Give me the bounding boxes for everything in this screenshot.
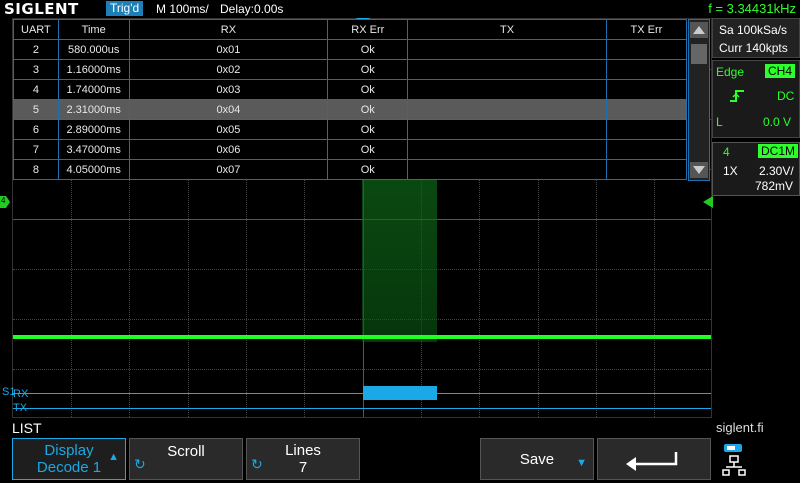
table-row[interactable]: 7 3.47000ms 0x06 Ok	[13, 139, 688, 160]
probe-attenuation: 1X	[723, 164, 738, 178]
table-header-row: UART Time RX RX Err TX TX Err	[13, 19, 688, 40]
scroll-softkey[interactable]: Scroll ↻	[129, 438, 243, 480]
watermark-text: siglent.fi	[716, 420, 764, 435]
trigger-level: 0.0 V	[763, 115, 792, 129]
table-scrollbar[interactable]	[688, 19, 710, 181]
channel4-box[interactable]: 4 DC1M 1X 2.30V/ 782mV	[712, 142, 800, 196]
table-row[interactable]: 6 2.89000ms 0x05 Ok	[13, 119, 688, 140]
menu-title: LIST	[12, 420, 42, 436]
brand-logo: SIGLENT	[4, 0, 79, 18]
triangle-down-icon	[693, 166, 705, 174]
bus-rx-decoded-segment[interactable]	[363, 386, 437, 400]
knob-rotate-icon: ↻	[251, 456, 263, 472]
column-header: UART	[13, 19, 59, 40]
arrow-down-icon: ▼	[576, 457, 587, 469]
scroll-label: Scroll	[167, 443, 205, 460]
scroll-up-button[interactable]	[690, 22, 708, 38]
table-row[interactable]: 3 1.16000ms 0x02 Ok	[13, 59, 688, 80]
decode-list-table: UART Time RX RX Err TX TX Err 2 580.000u…	[13, 19, 688, 180]
scrollbar-thumb[interactable]	[691, 44, 707, 64]
trigger-status-badge: Trig'd	[106, 1, 144, 16]
sample-rate: Sa 100kSa/s	[719, 23, 788, 37]
timebase-readout[interactable]: M 100ms/	[156, 0, 209, 18]
trigger-level-label: L	[716, 115, 723, 129]
frequency-readout: f = 3.34431kHz	[708, 1, 796, 16]
lines-softkey[interactable]: Lines 7 ↻	[246, 438, 360, 480]
volts-per-div: 2.30V/	[759, 164, 794, 178]
scroll-down-button[interactable]	[690, 162, 708, 178]
trigger-box[interactable]: Edge CH4 DC L 0.0 V	[712, 60, 800, 138]
bus-rx-label: RX	[13, 388, 29, 400]
trigger-coupling: DC	[777, 89, 795, 103]
display-softkey[interactable]: Display Decode 1 ▲	[12, 438, 126, 480]
bus-rx-lane	[13, 393, 711, 394]
channel4-offset-marker[interactable]: 4	[0, 196, 10, 208]
table-row[interactable]: 4 1.74000ms 0x03 Ok	[13, 79, 688, 100]
network-icon	[722, 442, 748, 478]
memory-depth: Curr 140kpts	[719, 41, 788, 55]
table-row[interactable]: 8 4.05000ms 0x07 Ok	[13, 159, 688, 180]
right-info-panel: Sa 100kSa/s Curr 140kpts Edge CH4 DC L 0…	[712, 18, 800, 438]
lines-value: 7	[298, 459, 308, 476]
column-header: TX	[407, 19, 607, 40]
trigger-type: Edge	[716, 65, 745, 79]
return-arrow-icon	[626, 452, 678, 471]
channel-offset: 782mV	[755, 179, 794, 193]
arrow-up-icon: ▲	[108, 451, 119, 463]
status-bar: SIGLENT Trig'd M 100ms/ Delay:0.00s f = …	[0, 0, 800, 18]
save-softkey[interactable]: Save ▼	[480, 438, 594, 480]
channel-number: 4	[723, 145, 730, 159]
trigger-source: CH4	[765, 64, 796, 78]
column-header: Time	[57, 19, 130, 40]
lines-label: Lines	[285, 442, 321, 459]
channel-coupling: DC1M	[758, 144, 799, 158]
acquisition-box[interactable]: Sa 100kSa/s Curr 140kpts	[712, 18, 800, 58]
table-row-selected[interactable]: 5 2.31000ms 0x04 Ok	[13, 99, 688, 120]
column-header: RX Err	[327, 19, 409, 40]
delay-readout[interactable]: Delay:0.00s	[220, 0, 283, 18]
graticule-line	[13, 369, 711, 370]
knob-rotate-icon: ↻	[134, 456, 146, 472]
triangle-up-icon	[693, 26, 705, 34]
bus-tx-lane	[13, 408, 711, 409]
return-softkey[interactable]	[597, 438, 711, 480]
rising-edge-icon	[730, 90, 744, 102]
channel4-trace	[13, 335, 711, 339]
column-header: RX	[128, 19, 329, 40]
column-header: TX Err	[605, 19, 688, 40]
table-row[interactable]: 2 580.000us 0x01 Ok	[13, 39, 688, 60]
